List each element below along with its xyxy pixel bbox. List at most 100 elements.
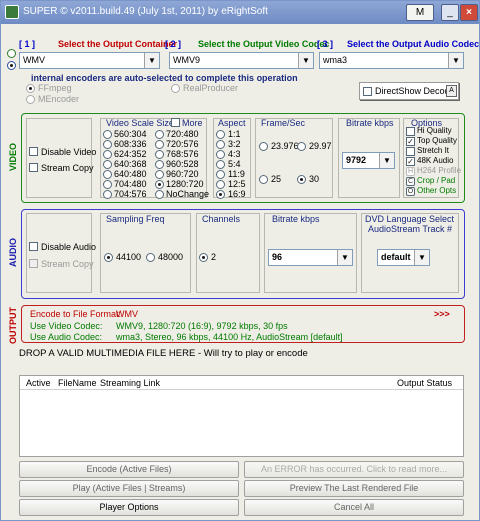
option-checkbox[interactable] — [406, 127, 415, 136]
option-label[interactable]: Other Opts — [417, 186, 456, 195]
scale-radio[interactable] — [103, 190, 112, 199]
audio-stream-copy-checkbox[interactable] — [29, 259, 38, 268]
preview-button[interactable]: Preview The Last Rendered File — [244, 480, 464, 497]
close-button[interactable]: × — [460, 4, 478, 21]
container-value: WMV — [23, 55, 45, 65]
aspect-radio[interactable] — [216, 180, 225, 189]
play-button[interactable]: Play (Active Files | Streams) — [19, 480, 239, 497]
dvd-language-title: DVD Language Select — [365, 214, 455, 224]
freq-44100-radio[interactable] — [104, 253, 113, 262]
col-streaming-link[interactable]: Streaming Link — [100, 378, 160, 388]
mode-radio-top[interactable] — [7, 49, 16, 58]
video-bitrate-select[interactable]: 9792 ▼ — [342, 152, 395, 169]
container-select[interactable]: WMV ▼ — [19, 52, 160, 69]
app-icon — [5, 5, 19, 19]
video-stream-copy-checkbox[interactable] — [29, 163, 38, 172]
aspect-option-label: 12:5 — [228, 179, 246, 189]
scale-radio[interactable] — [155, 170, 164, 179]
channels-2-radio[interactable] — [199, 253, 208, 262]
scale-radio[interactable] — [155, 150, 164, 159]
audio-bitrate-select[interactable]: 96 ▼ — [268, 249, 353, 266]
scale-option-label: 960:528 — [166, 159, 199, 169]
aspect-radio[interactable] — [216, 170, 225, 179]
option-label[interactable]: Crop / Pad — [417, 176, 455, 185]
step-1-number: [ 1 ] — [19, 39, 36, 49]
col-output-status[interactable]: Output Status — [397, 378, 452, 388]
step-3-num: 3 — [322, 39, 328, 49]
step-1-label: Select the Output Container — [58, 39, 178, 49]
title-bar[interactable]: SUPER © v2011.build.49 (July 1st, 2011) … — [1, 1, 479, 24]
aspect-radio[interactable] — [216, 190, 225, 199]
scale-radio[interactable] — [155, 160, 164, 169]
fps-box — [255, 118, 333, 198]
scale-radio[interactable] — [155, 140, 164, 149]
audio-section-label: AUDIO — [8, 238, 18, 267]
output-more-link[interactable]: >>> — [434, 309, 450, 319]
fps-radio[interactable] — [297, 142, 306, 151]
option-checkbox[interactable]: ✓ — [406, 137, 415, 146]
m-button[interactable]: M — [406, 4, 434, 21]
col-filename[interactable]: FileName — [58, 378, 97, 388]
disable-video-checkbox[interactable] — [29, 147, 38, 156]
output-format-value: WMV — [116, 309, 138, 319]
mode-radio-bottom[interactable] — [7, 61, 16, 70]
fps-radio[interactable] — [297, 175, 306, 184]
scale-option-label: 704:480 — [114, 179, 147, 189]
chevron-down-icon: ▼ — [337, 250, 352, 265]
option-checkbox[interactable] — [406, 147, 415, 156]
directshow-decode-box[interactable]: DirectShow Decode A — [359, 82, 459, 100]
dvd-track-select[interactable]: default ▼ — [377, 249, 430, 266]
player-options-button[interactable]: Player Options — [19, 499, 239, 516]
aspect-radio[interactable] — [216, 130, 225, 139]
file-list-header: Active FileName Streaming Link Output St… — [20, 376, 463, 390]
option-letter-icon[interactable]: H — [406, 167, 415, 176]
scale-option-label: 1280:720 — [166, 179, 204, 189]
aspect-option-label: 3:2 — [228, 139, 241, 149]
audio-bitrate-value: 96 — [272, 252, 283, 262]
option-label: 48K Audio — [417, 156, 454, 165]
option-letter-icon[interactable]: C — [406, 177, 415, 186]
scale-radio[interactable] — [155, 180, 164, 189]
minimize-button[interactable]: _ — [441, 4, 459, 21]
video-bitrate-title: Bitrate kbps — [346, 118, 394, 128]
aspect-option-label: 16:9 — [228, 189, 246, 199]
directshow-checkbox[interactable] — [363, 87, 372, 96]
audio-bitrate-title: Bitrate kbps — [272, 214, 320, 224]
video-codec-select[interactable]: WMV9 ▼ — [169, 52, 314, 69]
aspect-option-label: 4:3 — [228, 149, 241, 159]
scale-radio[interactable] — [155, 130, 164, 139]
option-letter-icon[interactable]: O — [406, 187, 415, 196]
step-3-number: [ 3 ] — [317, 39, 334, 49]
aspect-radio[interactable] — [216, 140, 225, 149]
sampling-freq-title: Sampling Freq — [106, 214, 165, 224]
aspect-radio[interactable] — [216, 160, 225, 169]
scale-radio[interactable] — [103, 150, 112, 159]
scale-radio[interactable] — [103, 160, 112, 169]
cancel-all-button[interactable]: Cancel All — [244, 499, 464, 516]
aspect-radio[interactable] — [216, 150, 225, 159]
fps-radio[interactable] — [259, 175, 268, 184]
info-icon[interactable]: A — [446, 85, 457, 97]
scale-radio[interactable] — [103, 130, 112, 139]
scale-option-label: 560:304 — [114, 129, 147, 139]
disable-audio-label: Disable Audio — [41, 242, 97, 252]
scale-radio[interactable] — [103, 170, 112, 179]
scale-radio[interactable] — [103, 180, 112, 189]
fps-radio[interactable] — [259, 142, 268, 151]
more-checkbox[interactable] — [171, 118, 180, 127]
encode-button[interactable]: Encode (Active Files) — [19, 461, 239, 478]
audio-codec-select[interactable]: wma3 ▼ — [319, 52, 464, 69]
disable-video-label: Disable Video — [41, 147, 97, 157]
scale-radio[interactable] — [103, 140, 112, 149]
mencoder-radio[interactable] — [26, 95, 35, 104]
col-active[interactable]: Active — [26, 378, 51, 388]
ffmpeg-radio[interactable] — [26, 84, 35, 93]
scale-radio[interactable] — [155, 190, 164, 199]
disable-audio-checkbox[interactable] — [29, 242, 38, 251]
realproducer-radio[interactable] — [171, 84, 180, 93]
step-1-num: 1 — [24, 39, 30, 49]
freq-48000-radio[interactable] — [146, 253, 155, 262]
option-checkbox[interactable]: ✓ — [406, 157, 415, 166]
error-message-button[interactable]: An ERROR has occurred. Click to read mor… — [244, 461, 464, 478]
file-list[interactable]: Active FileName Streaming Link Output St… — [19, 375, 464, 457]
